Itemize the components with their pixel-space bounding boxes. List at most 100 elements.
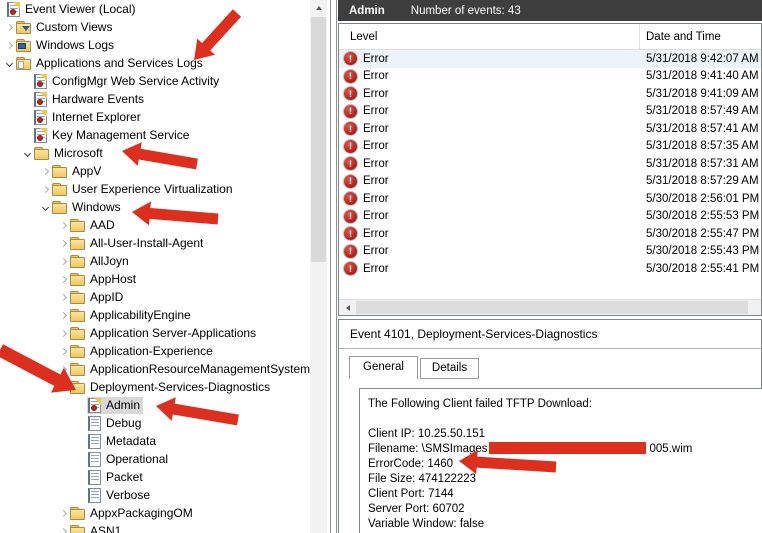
tree-item-deployment-services-diagnostics[interactable]: Deployment-Services-Diagnostics [0, 378, 310, 396]
tree-node-content[interactable]: AppV [51, 163, 104, 180]
tree-node-content[interactable]: Windows [51, 199, 124, 216]
chevron-right-icon[interactable] [57, 273, 69, 285]
tree-node-content[interactable]: AppID [69, 289, 126, 306]
chevron-right-icon[interactable] [57, 237, 69, 249]
tree-node-content[interactable]: Deployment-Services-Diagnostics [69, 379, 273, 396]
tree-item-apphost[interactable]: AppHost [0, 270, 310, 288]
tree-node-content[interactable]: Custom Views [15, 19, 115, 36]
chevron-right-icon[interactable] [3, 21, 15, 33]
event-row[interactable]: Error5/30/2018 2:56:01 PM [339, 190, 761, 208]
event-row[interactable]: Error5/31/2018 8:57:49 AM [339, 103, 761, 121]
tree-item-application-server-applications[interactable]: Application Server-Applications [0, 324, 310, 342]
event-row[interactable]: Error5/31/2018 9:41:09 AM [339, 85, 761, 103]
column-header-level[interactable]: Level [339, 24, 640, 49]
event-row[interactable]: Error5/31/2018 8:57:29 AM [339, 173, 761, 191]
tree-node-content[interactable]: AAD [69, 217, 118, 234]
events-hscrollbar[interactable] [339, 299, 761, 315]
tree-item-custom-views[interactable]: Custom Views [0, 18, 310, 36]
chevron-right-icon[interactable] [57, 309, 69, 321]
events-hscrollbar-thumb[interactable] [356, 301, 748, 314]
tab-details[interactable]: Details [420, 358, 479, 379]
event-row[interactable]: Error5/31/2018 8:57:35 AM [339, 138, 761, 156]
tree-node-content[interactable]: ApplicabilityEngine [69, 307, 194, 324]
tree-scrollbar[interactable] [310, 0, 327, 533]
tree-node-content[interactable]: Application Server-Applications [69, 325, 259, 342]
scroll-left-button[interactable] [339, 300, 356, 315]
tree-item-alljoyn[interactable]: AllJoyn [0, 252, 310, 270]
chevron-right-icon[interactable] [3, 39, 15, 51]
tree-node-content[interactable]: Packet [87, 469, 146, 486]
tree-node-content[interactable]: AppxPackagingOM [69, 505, 196, 522]
event-row[interactable]: Error5/31/2018 8:57:41 AM [339, 120, 761, 138]
tree-item-event-viewer-local[interactable]: Event Viewer (Local) [0, 0, 310, 18]
tree-item-applicationresourcemanagementsystem[interactable]: ApplicationResourceManagementSystem [0, 360, 310, 378]
tree-item-verbose[interactable]: Verbose [0, 486, 310, 504]
tree-node-content[interactable]: Applications and Services Logs [15, 55, 206, 72]
chevron-right-icon[interactable] [57, 507, 69, 519]
tree-item-applications-and-services-logs[interactable]: Applications and Services Logs [0, 54, 310, 72]
event-row[interactable]: Error5/30/2018 2:55:41 PM [339, 260, 761, 278]
tree-item-hardware-events[interactable]: Hardware Events [0, 90, 310, 108]
tree-item-appv[interactable]: AppV [0, 162, 310, 180]
tree-node-content[interactable]: AllJoyn [69, 253, 132, 270]
tree-node-content[interactable]: Admin [87, 397, 143, 414]
chevron-right-icon[interactable] [57, 255, 69, 267]
scroll-up-button[interactable] [310, 0, 327, 16]
tree-node-content[interactable]: User Experience Virtualization [51, 181, 236, 198]
tree-item-metadata[interactable]: Metadata [0, 432, 310, 450]
tree-node-content[interactable]: Debug [87, 415, 144, 432]
column-header-date[interactable]: Date and Time [640, 24, 721, 49]
chevron-right-icon[interactable] [39, 165, 51, 177]
pane-splitter[interactable] [330, 0, 337, 533]
tree-item-key-management-service[interactable]: Key Management Service [0, 126, 310, 144]
chevron-right-icon[interactable] [57, 291, 69, 303]
tree-item-asn1[interactable]: ASN1 [0, 522, 310, 533]
tree-node-content[interactable]: Operational [87, 451, 171, 468]
tree-node-content[interactable]: Metadata [87, 433, 159, 450]
event-row[interactable]: Error5/30/2018 2:55:43 PM [339, 243, 761, 261]
chevron-down-icon[interactable] [3, 57, 15, 69]
tree-item-applicabilityengine[interactable]: ApplicabilityEngine [0, 306, 310, 324]
chevron-right-icon[interactable] [39, 183, 51, 195]
event-row[interactable]: Error5/31/2018 9:42:07 AM [339, 50, 761, 68]
tree-item-packet[interactable]: Packet [0, 468, 310, 486]
tree-node-content[interactable]: Hardware Events [33, 91, 147, 108]
tree-item-appid[interactable]: AppID [0, 288, 310, 306]
tab-general[interactable]: General [349, 356, 418, 379]
tree-item-all-user-install-agent[interactable]: All-User-Install-Agent [0, 234, 310, 252]
chevron-down-icon[interactable] [57, 381, 69, 393]
chevron-right-icon[interactable] [57, 345, 69, 357]
tree-node-content[interactable]: Microsoft [33, 145, 106, 162]
tree-item-debug[interactable]: Debug [0, 414, 310, 432]
event-row[interactable]: Error5/30/2018 2:55:53 PM [339, 208, 761, 226]
tree-item-appxpackagingom[interactable]: AppxPackagingOM [0, 504, 310, 522]
tree-item-user-experience-virtualization[interactable]: User Experience Virtualization [0, 180, 310, 198]
chevron-right-icon[interactable] [57, 525, 69, 533]
tree-node-content[interactable]: Internet Explorer [33, 109, 144, 126]
tree-item-windows[interactable]: Windows [0, 198, 310, 216]
event-row[interactable]: Error5/31/2018 9:41:40 AM [339, 68, 761, 86]
tree-item-application-experience[interactable]: Application-Experience [0, 342, 310, 360]
chevron-right-icon[interactable] [57, 219, 69, 231]
tree-item-internet-explorer[interactable]: Internet Explorer [0, 108, 310, 126]
chevron-right-icon[interactable] [57, 327, 69, 339]
tree-node-content[interactable]: Windows Logs [15, 37, 117, 54]
tree-node-content[interactable]: ASN1 [69, 523, 124, 533]
tree-scrollbar-thumb[interactable] [311, 17, 326, 262]
tree-node-content[interactable]: ApplicationResourceManagementSystem [69, 361, 310, 378]
tree-node-content[interactable]: AppHost [69, 271, 139, 288]
tree-item-aad[interactable]: AAD [0, 216, 310, 234]
tree-node-content[interactable]: Application-Experience [69, 343, 216, 360]
tree-node-content[interactable]: Event Viewer (Local) [6, 1, 139, 18]
chevron-down-icon[interactable] [21, 147, 33, 159]
tree-item-operational[interactable]: Operational [0, 450, 310, 468]
tree-node-content[interactable]: Verbose [87, 487, 153, 504]
event-description-box[interactable]: The Following Client failed TFTP Downloa… [359, 388, 762, 533]
event-row[interactable]: Error5/30/2018 2:55:47 PM [339, 225, 761, 243]
event-row[interactable]: Error5/31/2018 8:57:31 AM [339, 155, 761, 173]
tree-item-windows-logs[interactable]: Windows Logs [0, 36, 310, 54]
chevron-down-icon[interactable] [39, 201, 51, 213]
tree-node-content[interactable]: ConfigMgr Web Service Activity [33, 73, 222, 90]
tree-node-content[interactable]: Key Management Service [33, 127, 192, 144]
tree-item-microsoft[interactable]: Microsoft [0, 144, 310, 162]
